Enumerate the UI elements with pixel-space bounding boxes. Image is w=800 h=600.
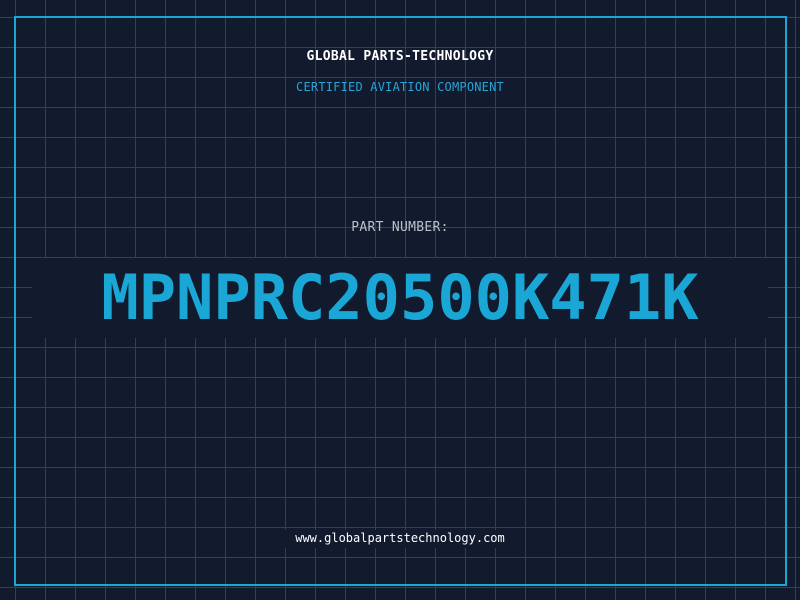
- part-number-label: PART NUMBER:: [351, 220, 449, 235]
- company-name: GLOBAL PARTS-TECHNOLOGY: [306, 49, 494, 64]
- part-number-value: MPNPRC20500K471K: [101, 261, 699, 334]
- website-url: www.globalpartstechnology.com: [295, 531, 505, 545]
- certification-subtitle: CERTIFIED AVIATION COMPONENT: [296, 80, 504, 94]
